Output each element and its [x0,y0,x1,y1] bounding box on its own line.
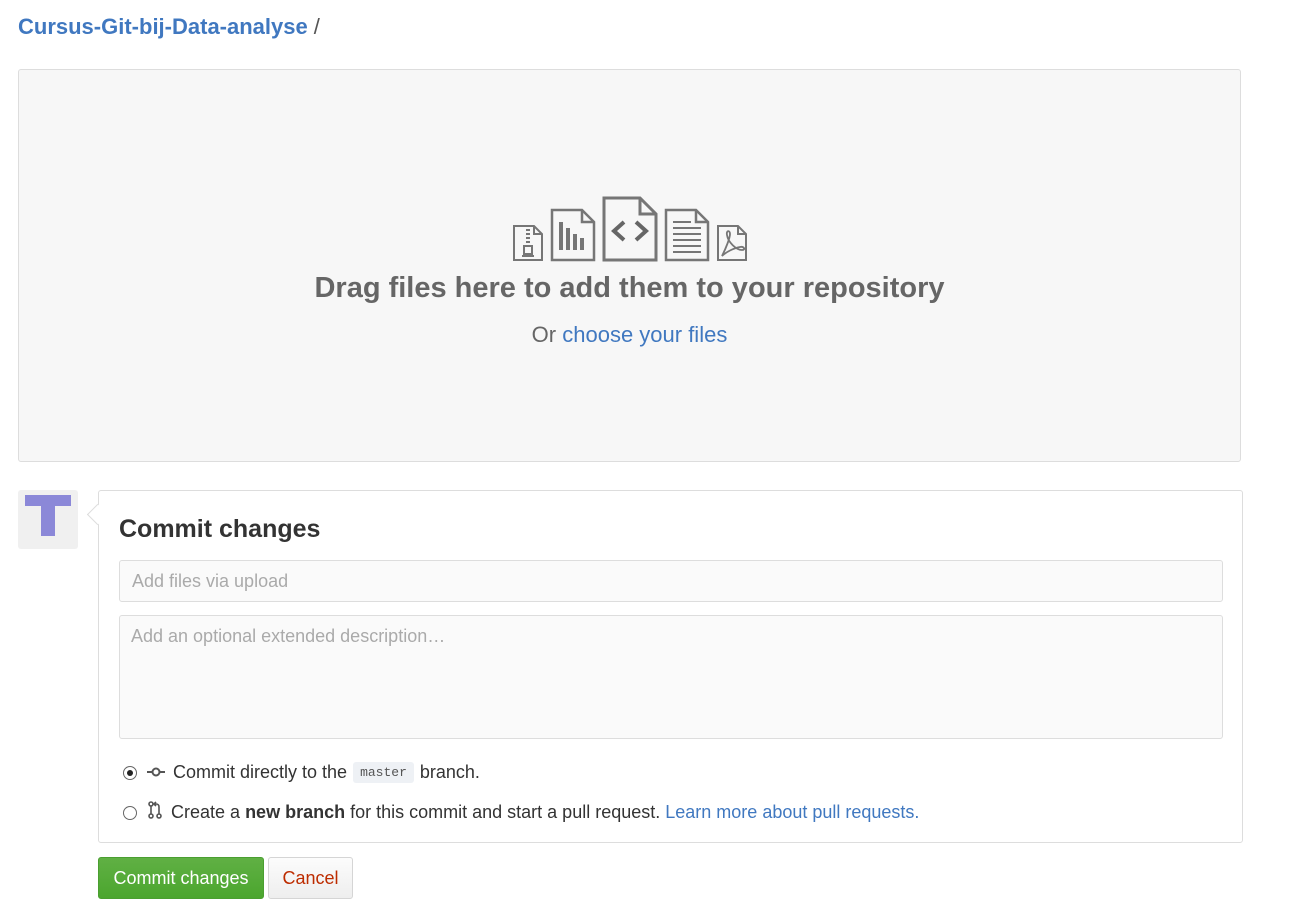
dropzone-sub-prefix: Or [531,322,557,347]
commit-summary-input[interactable] [119,560,1223,602]
commit-direct-radio[interactable] [123,765,137,780]
new-branch-radio[interactable] [123,805,137,820]
file-code-icon [602,196,658,262]
commit-form: Commit changes Commit directly to the ma… [98,490,1243,843]
learn-more-pull-requests-link[interactable]: Learn more about pull requests. [665,802,919,823]
choose-files-link[interactable]: choose your files [562,322,727,347]
file-dropzone[interactable]: Drag files here to add them to your repo… [18,69,1241,462]
repo-link[interactable]: Cursus-Git-bij-Data-analyse [18,14,308,39]
commit-description-input[interactable] [119,615,1223,739]
breadcrumb: Cursus-Git-bij-Data-analyse / [18,14,320,40]
branch-name: master [353,762,414,783]
new-branch-suffix: for this commit and start a pull request… [350,802,661,822]
file-zip-icon [512,224,544,262]
file-text-icon [664,208,710,262]
breadcrumb-separator: / [313,14,320,39]
dropzone-subtitle: Or choose your files [19,322,1240,348]
new-branch-option[interactable]: Create a new branch for this commit and … [123,801,919,824]
new-branch-bold: new branch [245,802,346,822]
file-pdf-icon [716,224,748,262]
file-icons-row [19,196,1240,262]
file-chart-icon [550,208,596,262]
dropzone-title: Drag files here to add them to your repo… [314,272,945,304]
cancel-button[interactable]: Cancel [268,857,353,899]
avatar[interactable] [18,490,78,549]
commit-direct-prefix: Commit directly to the [173,762,348,782]
git-commit-icon [147,762,165,783]
git-pull-request-icon [147,801,163,824]
new-branch-prefix: Create a [171,802,241,822]
commit-direct-suffix: branch. [419,762,480,782]
commit-title: Commit changes [119,515,321,543]
commit-changes-button[interactable]: Commit changes [98,857,264,899]
commit-direct-option[interactable]: Commit directly to the master branch. [123,762,480,783]
